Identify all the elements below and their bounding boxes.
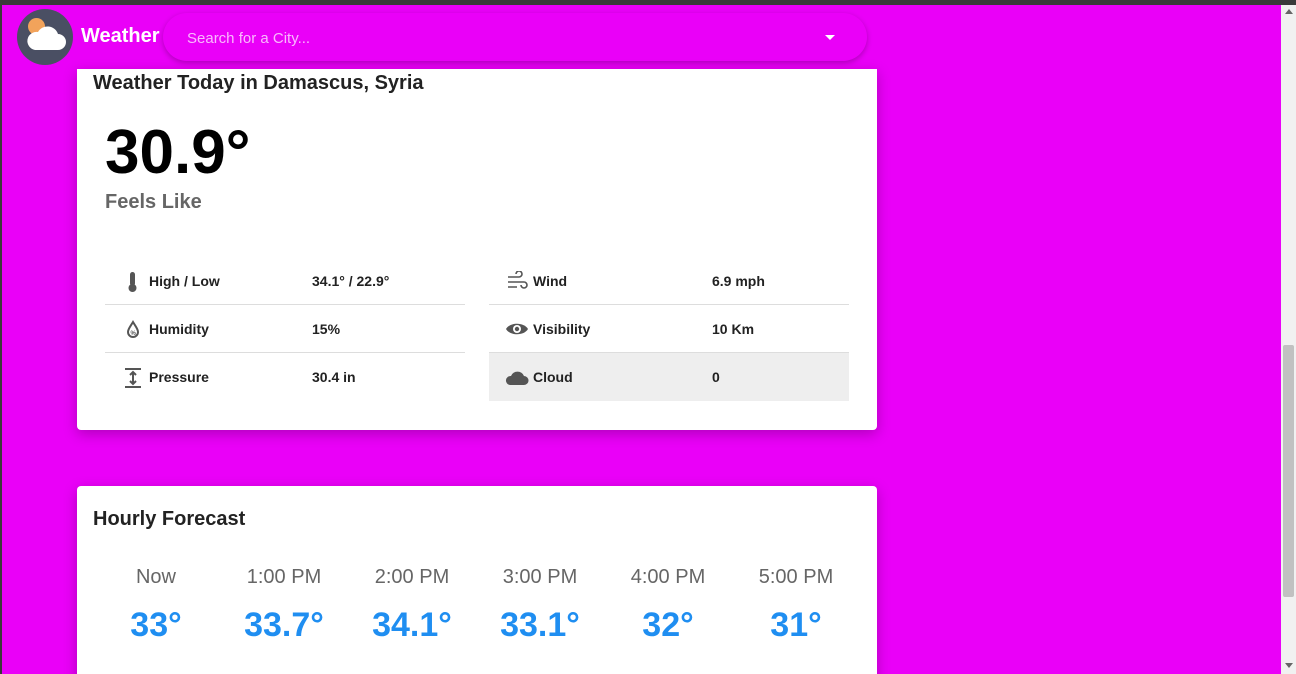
details-table-right: Wind 6.9 mph Visibility 10 Km Cloud 0 (489, 257, 849, 401)
detail-label: Pressure (149, 369, 209, 385)
detail-label: Visibility (533, 321, 591, 337)
app-logo[interactable] (17, 9, 73, 65)
scroll-down-icon[interactable] (1285, 663, 1293, 668)
detail-value: 0 (712, 369, 720, 385)
page-scrollbar[interactable] (1281, 5, 1296, 674)
scroll-up-icon[interactable] (1285, 9, 1293, 14)
scrollbar-thumb[interactable] (1283, 345, 1294, 597)
thermometer-icon (121, 271, 145, 292)
svg-text:%: % (131, 331, 137, 337)
window-left-border (0, 0, 2, 674)
detail-row-visibility: Visibility 10 Km (489, 305, 849, 353)
detail-row-humidity: % Humidity 15% (105, 305, 465, 353)
hour-time: 2:00 PM (374, 566, 450, 588)
wind-icon (505, 270, 529, 291)
hour-time: 5:00 PM (758, 566, 834, 588)
window-top-border (0, 0, 1296, 5)
detail-label: Humidity (149, 321, 209, 337)
hourly-item: 5:00 PM 31° (746, 566, 846, 645)
hour-temperature: 33.1° (500, 606, 580, 644)
detail-label: High / Low (149, 273, 220, 289)
hour-time: 4:00 PM (630, 566, 706, 588)
humidity-icon: % (121, 319, 145, 339)
city-search[interactable] (163, 13, 867, 61)
hour-temperature: 31° (770, 606, 822, 644)
hour-temperature: 33° (130, 606, 182, 644)
detail-label: Cloud (533, 369, 573, 385)
hour-temperature: 34.1° (372, 606, 452, 644)
hourly-item: Now 33° (106, 566, 206, 645)
hourly-item: 4:00 PM 32° (618, 566, 718, 645)
details-table-left: High / Low 34.1° / 22.9° % Humidity 15% … (105, 257, 465, 401)
hour-time: 3:00 PM (502, 566, 578, 588)
hourly-card: Hourly Forecast Now 33° 1:00 PM 33.7° 2:… (77, 486, 877, 674)
detail-row-pressure: Pressure 30.4 in (105, 353, 465, 401)
detail-row-wind: Wind 6.9 mph (489, 257, 849, 305)
detail-row-cloud: Cloud 0 (489, 353, 849, 401)
hour-time: Now (135, 566, 176, 588)
hour-temperature: 32° (642, 606, 694, 644)
detail-value: 6.9 mph (712, 273, 765, 289)
today-card: Weather Today in Damascus, Syria 30.9° F… (77, 69, 877, 430)
hour-temperature: 33.7° (244, 606, 324, 644)
detail-value: 10 Km (712, 321, 755, 337)
detail-label: Wind (533, 273, 568, 289)
hourly-item: 1:00 PM 33.7° (234, 566, 334, 645)
hourly-item: 3:00 PM 33.1° (490, 566, 590, 645)
search-input[interactable] (187, 27, 787, 49)
detail-value: 15% (312, 321, 341, 337)
detail-value: 34.1° / 22.9° (312, 273, 390, 289)
hourly-title: Hourly Forecast (93, 508, 246, 530)
detail-row-high-low: High / Low 34.1° / 22.9° (105, 257, 465, 305)
cloud-logo-icon (27, 26, 67, 50)
cloud-icon (505, 367, 529, 387)
current-temperature: 30.9° (105, 118, 251, 187)
eye-icon (505, 319, 529, 339)
today-title: Weather Today in Damascus, Syria (93, 72, 424, 94)
pressure-icon (121, 367, 145, 388)
feels-like-label: Feels Like (105, 191, 202, 213)
hour-time: 1:00 PM (246, 566, 322, 588)
detail-value: 30.4 in (312, 369, 356, 385)
hourly-item: 2:00 PM 34.1° (362, 566, 462, 645)
app-brand[interactable]: Weather (81, 25, 160, 48)
chevron-down-icon[interactable] (825, 35, 835, 40)
